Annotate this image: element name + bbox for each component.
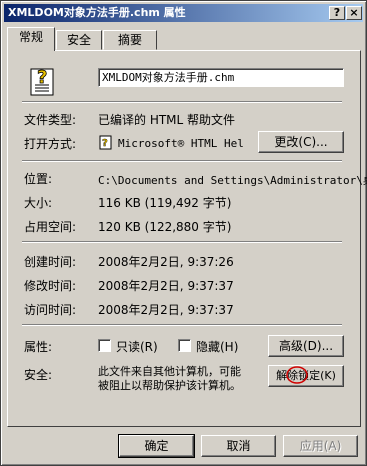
- close-button[interactable]: ×: [346, 6, 362, 20]
- disk-size-label: 占用空间:: [24, 220, 77, 234]
- size-value: 116 KB (119,492 字节): [98, 196, 232, 210]
- hidden-checkbox[interactable]: [178, 339, 191, 352]
- properties-dialog: XMLDOM对象方法手册.chm 属性 ? × 常规 安全 摘要 ? XMLDO…: [0, 0, 367, 466]
- svg-text:?: ?: [102, 138, 108, 149]
- help-app-icon: ?: [99, 135, 112, 150]
- general-panel: ? XMLDOM对象方法手册.chm 文件类型: 已编译的 HTML 帮助文件 …: [7, 50, 367, 427]
- divider: [22, 101, 342, 103]
- security-label: 安全:: [24, 368, 53, 382]
- tab-general[interactable]: 常规: [7, 27, 55, 51]
- modified-label: 修改时间:: [24, 279, 77, 293]
- advanced-button[interactable]: 高级(D)...: [268, 335, 344, 357]
- window-title: XMLDOM对象方法手册.chm 属性: [8, 6, 186, 19]
- location-label: 位置:: [24, 172, 53, 186]
- ok-button[interactable]: 确定: [118, 434, 195, 458]
- readonly-checkbox[interactable]: [98, 339, 111, 352]
- accessed-label: 访问时间:: [24, 303, 77, 317]
- created-value: 2008年2月2日, 9:37:26: [98, 255, 234, 269]
- hidden-label[interactable]: 隐藏(H): [196, 338, 238, 355]
- title-bar[interactable]: XMLDOM对象方法手册.chm 属性 ? ×: [4, 4, 363, 22]
- attributes-label: 属性:: [24, 340, 53, 354]
- created-label: 创建时间:: [24, 255, 77, 269]
- open-with-label: 打开方式:: [24, 137, 77, 151]
- svg-text:?: ?: [37, 67, 47, 88]
- file-name-field[interactable]: XMLDOM对象方法手册.chm: [98, 68, 344, 87]
- disk-size-value: 120 KB (122,880 字节): [98, 220, 232, 234]
- modified-value: 2008年2月2日, 9:37:37: [98, 279, 234, 293]
- open-with-value: Microsoft® HTML Hel: [118, 137, 244, 150]
- red-circle-annotation-icon: [286, 366, 308, 384]
- tab-summary[interactable]: 摘要: [103, 30, 157, 50]
- divider: [22, 241, 342, 243]
- security-text-line2: 被阻止以帮助保护该计算机。: [98, 379, 241, 392]
- change-button[interactable]: 更改(C)...: [258, 131, 344, 153]
- chm-file-icon: ?: [30, 67, 54, 96]
- accessed-value: 2008年2月2日, 9:37:37: [98, 303, 234, 317]
- divider: [22, 324, 342, 326]
- help-button[interactable]: ?: [329, 6, 345, 20]
- tab-security[interactable]: 安全: [56, 30, 102, 50]
- cancel-button[interactable]: 取消: [201, 435, 276, 457]
- readonly-label[interactable]: 只读(R): [116, 338, 158, 355]
- file-type-label: 文件类型:: [24, 113, 77, 127]
- size-label: 大小:: [24, 196, 53, 210]
- file-type-value: 已编译的 HTML 帮助文件: [98, 113, 236, 127]
- apply-button[interactable]: 应用(A): [283, 435, 358, 457]
- divider: [22, 160, 342, 162]
- location-value: C:\Documents and Settings\Administrator\…: [98, 174, 367, 187]
